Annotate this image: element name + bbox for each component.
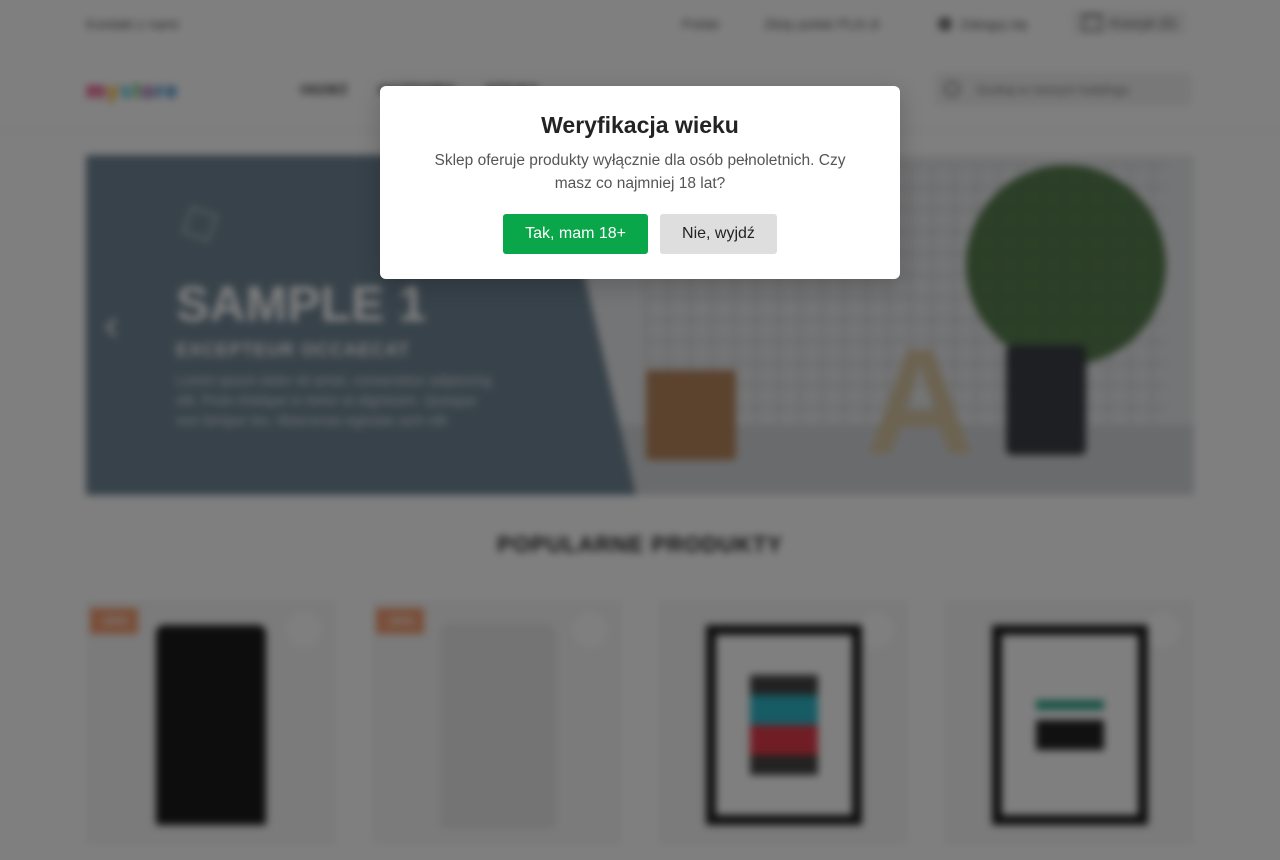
confirm-age-button[interactable]: Tak, mam 18+ [503,214,649,254]
modal-title: Weryfikacja wieku [541,112,739,138]
age-verification-modal: Weryfikacja wieku Sklep oferuje produkty… [380,86,900,279]
modal-message: Sklep oferuje produkty wyłącznie dla osó… [434,152,846,192]
modal-actions: Tak, mam 18+ Nie, wyjdź [380,214,900,254]
decline-age-button[interactable]: Nie, wyjdź [660,214,777,254]
